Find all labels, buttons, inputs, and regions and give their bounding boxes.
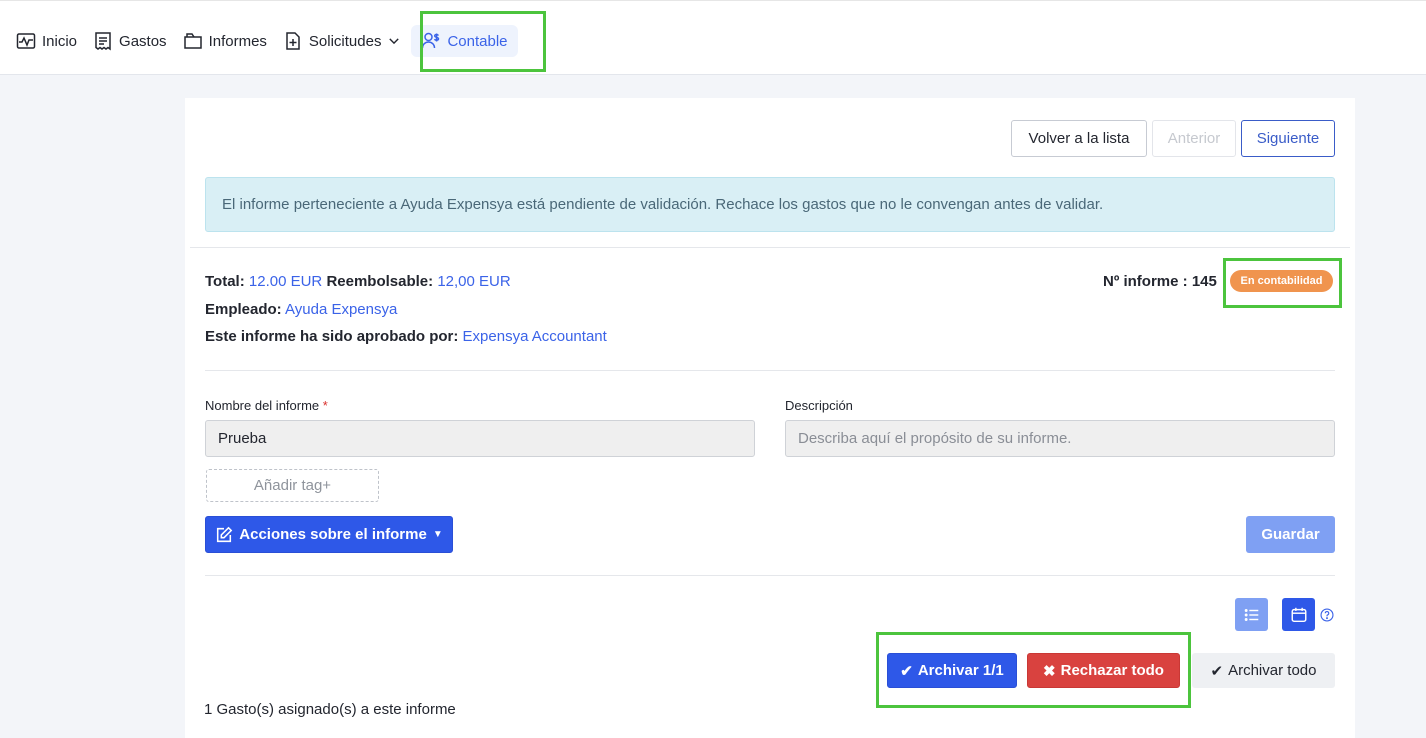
employee-label: Empleado: xyxy=(205,301,282,318)
report-actions-button[interactable]: Acciones sobre el informe ▼ xyxy=(205,516,453,553)
validation-alert: El informe perteneciente a Ayuda Expensy… xyxy=(205,177,1335,232)
approved-label: Este informe ha sido aprobado por: xyxy=(205,328,459,345)
archive-all-button[interactable]: ✔ Archivar todo xyxy=(1192,653,1335,688)
calendar-icon xyxy=(1291,607,1306,622)
list-view-button[interactable] xyxy=(1235,598,1268,631)
employee-line: Empleado: Ayuda Expensya xyxy=(205,301,397,318)
approver-link[interactable]: Expensya Accountant xyxy=(463,328,607,345)
assigned-expenses-count: 1 Gasto(s) asignado(s) a este informe xyxy=(204,701,456,718)
list-icon xyxy=(1244,608,1258,621)
employee-link[interactable]: Ayuda Expensya xyxy=(285,301,397,318)
report-name-label: Nombre del informe * xyxy=(205,398,328,413)
reject-all-label: Rechazar todo xyxy=(1060,662,1164,679)
next-button[interactable]: Siguiente xyxy=(1241,120,1335,157)
report-card: Volver a la lista Anterior Siguiente El … xyxy=(185,98,1355,738)
file-plus-icon xyxy=(286,32,300,50)
total-label: Total: xyxy=(205,273,245,290)
help-icon[interactable] xyxy=(1320,608,1334,622)
nav-item-solicitudes[interactable]: Solicitudes xyxy=(277,25,408,57)
pulse-chart-icon xyxy=(16,33,36,49)
calendar-view-button[interactable] xyxy=(1282,598,1315,631)
main-nav: Inicio Gastos Informes Solicitudes Conta… xyxy=(10,25,522,57)
required-marker: * xyxy=(322,398,328,413)
x-icon: ✖ xyxy=(1043,662,1056,680)
check-icon: ✔ xyxy=(1210,662,1224,680)
alert-text: El informe perteneciente a Ayuda Expensy… xyxy=(222,196,1104,213)
receipt-icon xyxy=(95,32,111,51)
edit-icon xyxy=(217,526,233,542)
nav-item-contable[interactable]: Contable xyxy=(411,25,518,57)
nav-label: Informes xyxy=(208,32,267,50)
totals-line: Total: 12.00 EUR Reembolsable: 12,00 EUR xyxy=(205,273,511,290)
nav-item-informes[interactable]: Informes xyxy=(177,25,273,57)
report-name-input[interactable] xyxy=(205,420,755,457)
archive-one-button[interactable]: ✔ Archivar 1/1 xyxy=(887,653,1017,688)
approved-line: Este informe ha sido aprobado por: Expen… xyxy=(205,328,607,345)
nav-item-inicio[interactable]: Inicio xyxy=(10,25,83,57)
description-input[interactable] xyxy=(785,420,1335,457)
archive-one-label: Archivar 1/1 xyxy=(917,662,1004,679)
nav-item-gastos[interactable]: Gastos xyxy=(87,25,173,57)
back-to-list-button[interactable]: Volver a la lista xyxy=(1011,120,1147,157)
divider xyxy=(205,575,1335,576)
save-button[interactable]: Guardar xyxy=(1246,516,1335,553)
refund-label: Reembolsable: xyxy=(326,273,434,290)
divider xyxy=(205,370,1335,371)
divider xyxy=(190,247,1350,248)
reject-all-button[interactable]: ✖ Rechazar todo xyxy=(1027,653,1180,688)
total-value: 12.00 EUR xyxy=(248,273,323,290)
nav-label: Gastos xyxy=(119,32,167,50)
user-dollar-icon xyxy=(422,32,440,49)
report-number-text: Nº informe : 145 xyxy=(1103,273,1217,290)
report-number: Nº informe : 145 xyxy=(1103,273,1217,290)
archive-all-label: Archivar todo xyxy=(1228,662,1317,679)
check-icon: ✔ xyxy=(900,662,913,680)
add-tag-button[interactable]: Añadir tag+ xyxy=(206,469,379,502)
chevron-down-icon xyxy=(389,38,400,45)
previous-button[interactable]: Anterior xyxy=(1152,120,1236,157)
description-label: Descripción xyxy=(785,398,853,413)
report-actions-label: Acciones sobre el informe xyxy=(239,526,427,543)
nav-label: Contable xyxy=(447,32,508,50)
report-name-label-text: Nombre del informe xyxy=(205,398,320,413)
nav-label: Solicitudes xyxy=(308,32,382,50)
folder-icon xyxy=(183,33,202,49)
refund-value: 12,00 EUR xyxy=(437,273,511,290)
caret-down-icon: ▼ xyxy=(432,529,443,540)
nav-label: Inicio xyxy=(42,32,78,50)
top-navbar: Inicio Gastos Informes Solicitudes Conta… xyxy=(0,0,1426,75)
status-badge: En contabilidad xyxy=(1230,270,1333,292)
